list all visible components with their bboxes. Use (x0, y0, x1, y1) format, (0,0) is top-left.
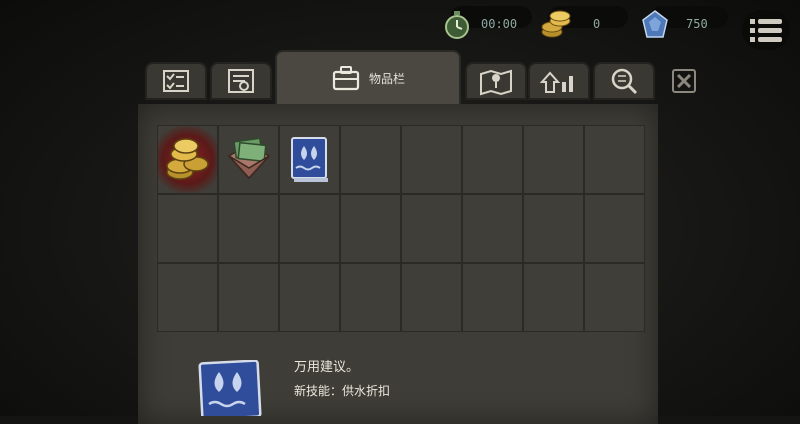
inventory-slot[interactable] (462, 263, 523, 332)
item-title: 万用建议。 (294, 360, 360, 375)
coin-stack-icon (541, 10, 571, 38)
inventory-slot[interactable] (340, 194, 401, 263)
tab-map[interactable] (465, 62, 527, 100)
close-icon (676, 73, 692, 89)
menu-button[interactable] (742, 10, 790, 50)
briefcase-icon (332, 66, 360, 91)
inventory-slot[interactable] (401, 194, 462, 263)
blue-book-icon (291, 137, 328, 182)
cash-envelope-icon (227, 137, 271, 180)
inventory-slot[interactable] (584, 263, 645, 332)
inventory-slot[interactable] (157, 263, 218, 332)
inventory-slot[interactable] (218, 194, 279, 263)
inventory-slot[interactable] (340, 263, 401, 332)
inventory-slot[interactable] (340, 125, 401, 194)
upgrade-arrows-icon (539, 71, 573, 93)
inventory-slot[interactable] (584, 125, 645, 194)
blue-book-icon (198, 360, 262, 416)
magnifier-icon (611, 68, 638, 95)
inventory-slot[interactable] (157, 194, 218, 263)
item-description: 新技能：供水折扣 (294, 384, 391, 398)
inventory-slot[interactable] (523, 125, 584, 194)
checklist-icon (163, 70, 189, 92)
tab-notes[interactable] (210, 62, 272, 100)
inventory-slot-cash-envelope[interactable] (218, 125, 279, 194)
notepad-icon (228, 69, 254, 93)
coins-value: 0 (593, 17, 601, 31)
tab-checklist[interactable] (145, 62, 207, 100)
gold-coins-icon (166, 138, 209, 180)
tab-inventory-label: 物品栏 (369, 72, 406, 86)
inventory-slot[interactable] (218, 263, 279, 332)
inventory-slot[interactable] (523, 194, 584, 263)
tab-upgrades[interactable] (528, 62, 590, 100)
tab-inventory[interactable]: 物品栏 (275, 50, 461, 106)
menu-list-icon (750, 19, 782, 42)
inventory-slot[interactable] (279, 194, 340, 263)
inventory-slot-blue-book[interactable] (279, 125, 340, 194)
inventory-slot[interactable] (462, 194, 523, 263)
inventory-slot[interactable] (584, 194, 645, 263)
map-icon (480, 69, 512, 96)
inventory-grid (157, 125, 645, 333)
inventory-slot[interactable] (401, 263, 462, 332)
inventory-slot[interactable] (401, 125, 462, 194)
inventory-slot[interactable] (523, 263, 584, 332)
timer-value: 00:00 (481, 17, 518, 31)
gems-value: 750 (686, 17, 708, 31)
close-button[interactable] (672, 69, 696, 93)
tab-search[interactable] (593, 62, 655, 100)
stopwatch-icon (445, 11, 469, 39)
inventory-slot[interactable] (279, 263, 340, 332)
gem-icon (642, 10, 668, 38)
inventory-slot-gold-coins[interactable] (157, 125, 218, 194)
inventory-slot[interactable] (462, 125, 523, 194)
